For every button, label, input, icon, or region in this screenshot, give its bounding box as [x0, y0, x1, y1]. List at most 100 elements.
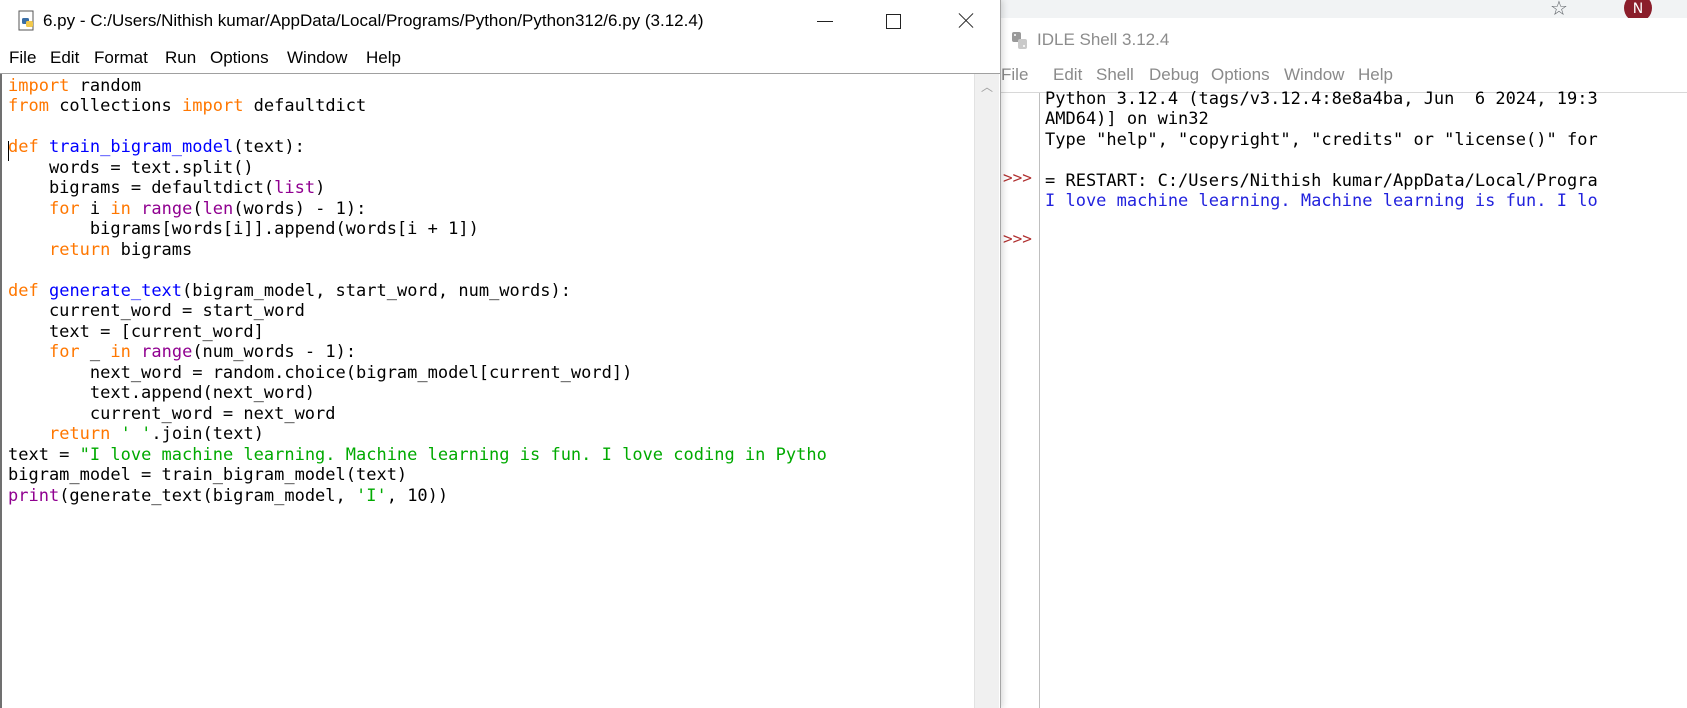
code-token: for	[48, 342, 80, 362]
shell-output-line: Type "help", "copyright", "credits" or "…	[1045, 130, 1598, 150]
code-line: return ' '.join(text)	[8, 423, 264, 445]
code-line: current_word = start_word	[8, 300, 305, 322]
code-token: 'I'	[356, 486, 387, 506]
editor-titlebar[interactable]: 6.py - C:/Users/Nithish kumar/AppData/Lo…	[0, 0, 1000, 42]
editor-menubar: File Edit Format Run Options Window Help	[0, 44, 1000, 72]
editor-menu-divider	[0, 73, 1000, 74]
code-token: (generate_text(bigram_model,	[59, 486, 356, 506]
code-token: , 10))	[386, 486, 449, 506]
code-token: train_bigram_model	[48, 137, 234, 157]
code-token: (text):	[233, 137, 305, 157]
shell-output-line: Python 3.12.4 (tags/v3.12.4:8e8a4ba, Jun…	[1045, 89, 1598, 109]
shell-program-output: I love machine learning. Machine learnin…	[1045, 191, 1598, 211]
editor-menu-format[interactable]: Format	[94, 48, 148, 68]
code-token: random	[69, 76, 142, 96]
close-button[interactable]	[932, 0, 998, 42]
code-token: in	[110, 199, 131, 219]
code-token: bigrams = defaultdict(	[8, 178, 275, 198]
code-token: current_word = start_word	[8, 301, 305, 321]
code-token: def	[8, 281, 39, 301]
code-line: def train_bigram_model(text):	[8, 136, 305, 158]
code-line: print(generate_text(bigram_model, 'I', 1…	[8, 485, 448, 507]
code-token: text = [current_word]	[8, 322, 264, 342]
editor-vertical-scrollbar[interactable]: ︿	[974, 74, 999, 708]
maximize-button[interactable]	[860, 0, 926, 42]
code-line: bigram_model = train_bigram_model(text)	[8, 464, 407, 486]
code-line: import random	[8, 75, 141, 97]
star-icon[interactable]: ☆	[1548, 0, 1570, 18]
code-line: text.append(next_word)	[8, 382, 315, 404]
python-file-icon	[18, 10, 34, 31]
code-token: ' '	[120, 424, 152, 444]
code-editor[interactable]: import random from collections import def…	[8, 75, 974, 708]
editor-menu-edit[interactable]: Edit	[50, 48, 79, 68]
code-token: defaultdict	[243, 96, 367, 116]
code-token: text =	[8, 445, 80, 465]
editor-left-border	[0, 74, 2, 708]
code-line: bigrams = defaultdict(list)	[8, 177, 325, 199]
shell-restart-line: = RESTART: C:/Users/Nithish kumar/AppDat…	[1045, 171, 1598, 191]
code-token: next_word = random.choice(bigram_model[c…	[8, 363, 633, 383]
editor-menu-options[interactable]: Options	[210, 48, 269, 68]
python-logo-icon	[1012, 32, 1027, 49]
code-line: for i in range(len(words) - 1):	[8, 198, 366, 220]
code-token: list	[274, 178, 316, 198]
shell-output-line: AMD64)] on win32	[1045, 109, 1209, 129]
code-token: current_word = next_word	[8, 404, 336, 424]
code-token: range	[141, 199, 193, 219]
maximize-icon	[886, 14, 901, 29]
code-line: next_word = random.choice(bigram_model[c…	[8, 362, 632, 384]
background-browser-strip	[1000, 0, 1687, 19]
editor-menu-window[interactable]: Window	[287, 48, 347, 68]
code-token: )	[315, 178, 326, 198]
code-token: from	[8, 96, 49, 116]
code-token: text.append(next_word)	[8, 383, 316, 403]
code-line: current_word = next_word	[8, 403, 336, 425]
code-token: range	[141, 342, 193, 362]
code-token: import	[182, 96, 244, 116]
code-token: bigrams	[110, 240, 193, 260]
code-token: def	[8, 137, 39, 157]
code-token: i	[79, 199, 111, 219]
minimize-icon	[817, 21, 833, 22]
code-line: return bigrams	[8, 239, 192, 261]
code-token: (bigram_model, start_word, num_words):	[182, 281, 571, 301]
code-token: for	[48, 199, 80, 219]
shell-prompt-gutter: >>> >>>	[1001, 93, 1040, 708]
code-line: text = "I love machine learning. Machine…	[8, 444, 827, 466]
idle-shell-window: IDLE Shell 3.12.4 File Edit Shell Debug …	[1000, 18, 1687, 708]
shell-output-area[interactable]: Python 3.12.4 (tags/v3.12.4:8e8a4ba, Jun…	[1045, 18, 1687, 708]
code-token: (num_words - 1):	[192, 342, 357, 362]
editor-menu-help[interactable]: Help	[366, 48, 401, 68]
code-token: .join(text)	[151, 424, 264, 444]
shell-menu-file[interactable]: File	[1001, 65, 1028, 85]
code-token: bigrams[words[i]].append(words[i + 1])	[8, 219, 479, 239]
scroll-up-arrow-icon[interactable]: ︿	[975, 80, 999, 94]
code-token: in	[110, 342, 131, 362]
editor-menu-run[interactable]: Run	[165, 48, 196, 68]
code-token: (	[192, 199, 203, 219]
code-token: (words) - 1):	[233, 199, 367, 219]
code-token: len	[202, 199, 234, 219]
editor-menu-file[interactable]: File	[9, 48, 36, 68]
editor-window-title: 6.py - C:/Users/Nithish kumar/AppData/Lo…	[43, 11, 704, 30]
code-line: def generate_text(bigram_model, start_wo…	[8, 280, 571, 302]
code-token: words = text.split()	[8, 158, 254, 178]
code-token: return	[48, 424, 111, 444]
code-token: _	[79, 342, 111, 362]
shell-prompt: >>>	[1003, 229, 1032, 248]
text-cursor	[8, 141, 9, 161]
minimize-button[interactable]	[792, 0, 858, 42]
code-token: import	[8, 76, 70, 96]
code-line: words = text.split()	[8, 157, 254, 179]
code-token: generate_text	[48, 281, 183, 301]
